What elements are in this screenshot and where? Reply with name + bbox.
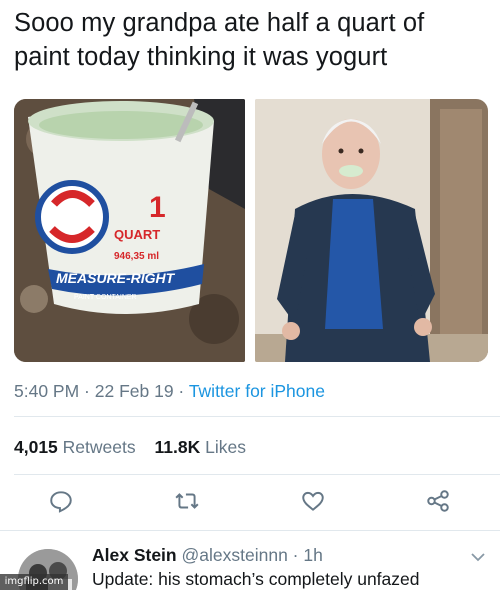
watermark: imgflip.com <box>0 574 68 590</box>
retweets-count[interactable]: 4,015 <box>14 437 58 457</box>
tweet-time[interactable]: 5:40 PM <box>14 381 79 401</box>
reply-author-handle[interactable]: @alexsteinnn <box>182 545 288 565</box>
divider <box>14 474 500 475</box>
reply-tweet[interactable]: Alex Stein @alexsteinnn · 1h Update: his… <box>0 541 500 590</box>
tweet-text: Sooo my grandpa ate half a quart of pain… <box>14 6 488 74</box>
divider <box>0 530 500 531</box>
tweet-media: 1 QUART 946,35 ml MEASURE-RIGHT PAINT CO… <box>14 99 488 362</box>
chevron-down-icon[interactable] <box>470 551 486 563</box>
can-brand-sub: PAINT CONTAINER <box>74 294 137 301</box>
reply-author-name[interactable]: Alex Stein <box>92 545 177 565</box>
tweet-stats: 4,015 Retweets 11.8K Likes <box>14 437 246 458</box>
reply-separator: · <box>287 545 304 565</box>
can-unit: QUART <box>114 227 160 242</box>
tweet-meta: 5:40 PM · 22 Feb 19 · Twitter for iPhone <box>14 381 325 402</box>
tweet-text-line-1: Sooo my grandpa ate half a quart of <box>14 9 425 37</box>
tweet-actions <box>0 488 500 518</box>
reply-icon[interactable] <box>48 488 74 514</box>
share-icon[interactable] <box>425 488 451 514</box>
reply-header: Alex Stein @alexsteinnn · 1h <box>92 545 323 566</box>
can-number: 1 <box>149 191 166 224</box>
can-ml: 946,35 ml <box>114 251 159 262</box>
retweets-label[interactable]: Retweets <box>63 437 136 457</box>
tweet-text-line-2: paint today thinking it was yogurt <box>14 43 388 71</box>
retweet-icon[interactable] <box>174 488 200 514</box>
divider <box>14 416 500 417</box>
meta-separator: · <box>173 381 189 401</box>
tweet-source-link[interactable]: Twitter for iPhone <box>189 381 325 401</box>
can-brand: MEASURE-RIGHT <box>56 270 176 286</box>
like-icon[interactable] <box>300 488 326 514</box>
likes-label[interactable]: Likes <box>205 437 246 457</box>
photo-paint-can[interactable]: 1 QUART 946,35 ml MEASURE-RIGHT PAINT CO… <box>14 99 245 362</box>
reply-text: Update: his stomach’s completely unfazed <box>92 569 420 589</box>
tweet-date[interactable]: 22 Feb 19 <box>95 381 174 401</box>
reply-time[interactable]: 1h <box>303 545 322 565</box>
likes-count[interactable]: 11.8K <box>155 437 201 457</box>
photo-grandpa[interactable] <box>255 99 488 362</box>
meta-separator: · <box>79 381 95 401</box>
